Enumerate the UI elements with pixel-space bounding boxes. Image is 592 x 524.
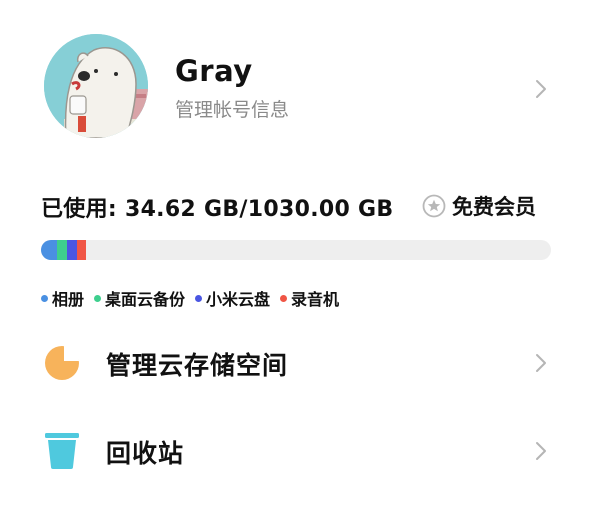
profile-card[interactable]: Gray 管理帐号信息 bbox=[0, 0, 592, 150]
recycle-bin-label: 回收站 bbox=[106, 439, 185, 468]
usage-segment bbox=[56, 240, 67, 260]
chevron-right-icon bbox=[534, 78, 548, 100]
manage-storage-item[interactable]: 管理云存储空间 bbox=[0, 332, 592, 392]
trash-icon bbox=[44, 430, 80, 470]
manage-storage-label: 管理云存储空间 bbox=[106, 351, 289, 380]
legend-item: 小米云盘 bbox=[195, 286, 270, 310]
legend-item: 录音机 bbox=[280, 286, 339, 310]
usage-segment bbox=[77, 240, 86, 260]
legend-label: 小米云盘 bbox=[206, 290, 271, 309]
legend-dot bbox=[41, 294, 48, 302]
usage-segment bbox=[41, 240, 57, 260]
membership-label: 免费会员 bbox=[452, 195, 536, 219]
legend-dot bbox=[280, 294, 288, 302]
legend-dot bbox=[195, 294, 203, 302]
legend-label: 录音机 bbox=[291, 290, 340, 309]
legend-label: 相册 bbox=[52, 290, 85, 309]
username: Gray bbox=[175, 54, 253, 88]
legend-item: 桌面云备份 bbox=[94, 286, 185, 310]
chevron-right-icon bbox=[534, 440, 548, 462]
storage-usage-bar bbox=[41, 240, 551, 260]
chevron-right-icon bbox=[534, 352, 548, 374]
membership-badge[interactable]: 免费会员 bbox=[422, 191, 536, 221]
avatar bbox=[44, 34, 148, 138]
recycle-bin-item[interactable]: 回收站 bbox=[0, 420, 592, 480]
legend-dot bbox=[94, 294, 102, 302]
account-subtitle: 管理帐号信息 bbox=[175, 99, 290, 121]
legend-label: 桌面云备份 bbox=[105, 290, 186, 309]
usage-segment bbox=[66, 240, 78, 260]
legend-item: 相册 bbox=[41, 286, 84, 310]
storage-usage-text: 已使用: 34.62 GB/1030.00 GB bbox=[41, 197, 394, 222]
storage-legend: 相册 桌面云备份 小米云盘 录音机 bbox=[41, 286, 349, 310]
star-icon bbox=[422, 194, 446, 218]
pie-chart-icon bbox=[44, 342, 80, 382]
